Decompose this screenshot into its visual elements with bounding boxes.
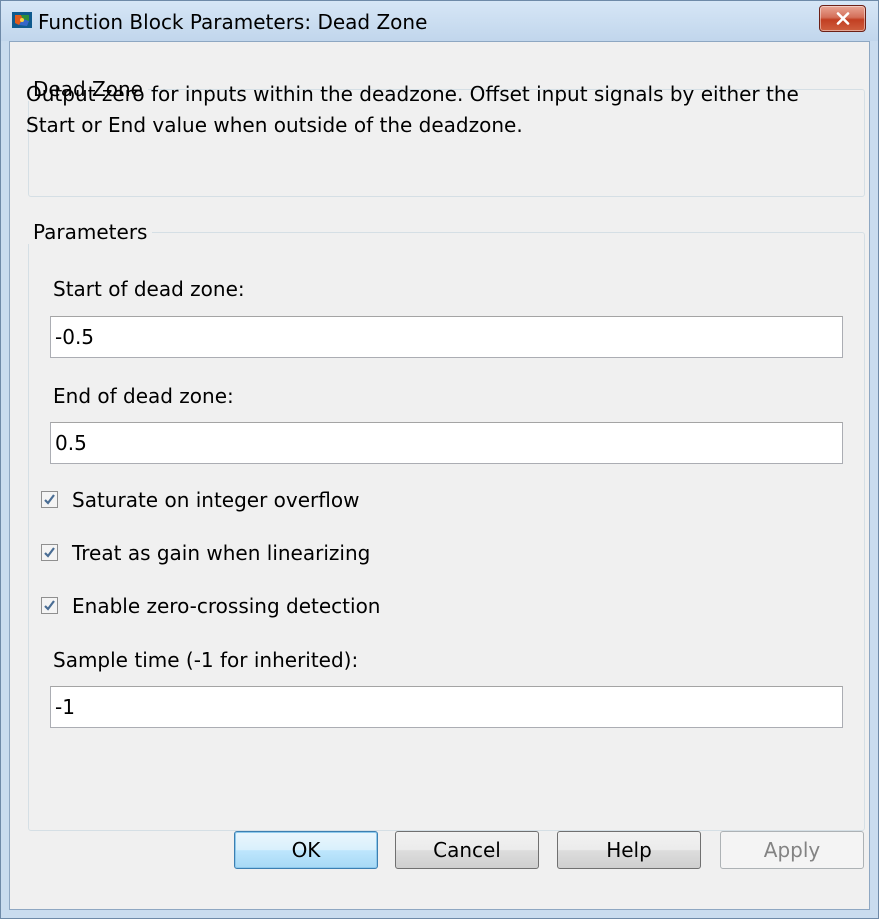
check-mark-icon bbox=[44, 494, 55, 505]
end-of-dead-zone-input[interactable] bbox=[50, 422, 843, 464]
zero-crossing-checkbox-label: Enable zero-crossing detection bbox=[72, 594, 381, 618]
block-description: Output zero for inputs within the deadzo… bbox=[26, 82, 799, 137]
simulink-block-icon bbox=[12, 11, 32, 29]
linearize-checkbox[interactable] bbox=[41, 544, 58, 561]
saturate-checkbox-label: Saturate on integer overflow bbox=[72, 488, 360, 512]
check-mark-icon bbox=[44, 547, 55, 558]
close-icon bbox=[836, 12, 850, 25]
end-of-dead-zone-label: End of dead zone: bbox=[53, 384, 234, 408]
dialog-window: Function Block Parameters: Dead Zone Dea… bbox=[0, 0, 879, 919]
linearize-checkbox-label: Treat as gain when linearizing bbox=[72, 541, 371, 565]
close-button[interactable] bbox=[819, 5, 866, 32]
sample-time-label: Sample time (-1 for inherited): bbox=[53, 648, 359, 672]
ok-button[interactable]: OK bbox=[234, 831, 378, 869]
saturate-checkbox[interactable] bbox=[41, 491, 58, 508]
start-of-dead-zone-input[interactable] bbox=[50, 316, 843, 358]
window-title: Function Block Parameters: Dead Zone bbox=[38, 10, 428, 34]
title-bar[interactable]: Function Block Parameters: Dead Zone bbox=[1, 1, 878, 41]
apply-button[interactable]: Apply bbox=[720, 831, 864, 869]
start-of-dead-zone-label: Start of dead zone: bbox=[53, 277, 245, 301]
zero-crossing-checkbox[interactable] bbox=[41, 597, 58, 614]
cancel-button[interactable]: Cancel bbox=[395, 831, 539, 869]
sample-time-input[interactable] bbox=[50, 686, 843, 728]
help-button[interactable]: Help bbox=[557, 831, 701, 869]
parameters-group-title: Parameters bbox=[28, 220, 153, 244]
check-mark-icon bbox=[44, 600, 55, 611]
